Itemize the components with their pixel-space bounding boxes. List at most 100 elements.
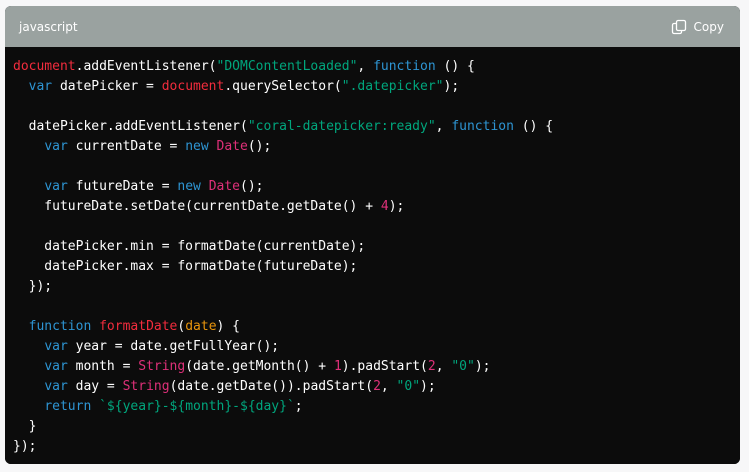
- language-label: javascript: [19, 19, 78, 34]
- copy-label: Copy: [693, 19, 724, 34]
- code-token: ) {: [216, 319, 241, 334]
- code-token: );: [388, 199, 405, 214]
- code-token: datePicker.addEventListener(: [13, 119, 248, 134]
- code-token: 1: [333, 359, 342, 374]
- code-token: var: [28, 79, 53, 94]
- code-token: String: [122, 379, 170, 394]
- code-token: document: [161, 79, 225, 94]
- copy-button[interactable]: Copy: [671, 19, 724, 35]
- code-line: datePicker.max = formatDate(futureDate);: [13, 257, 740, 277]
- code-token: futureDate =: [67, 179, 178, 194]
- code-token: datePicker.max = formatDate(futureDate);: [13, 259, 358, 274]
- code-token: function: [451, 119, 514, 134]
- code-token: ".datepicker": [341, 79, 444, 94]
- code-token: );: [420, 379, 436, 394]
- code-token: date: [185, 319, 217, 334]
- code-token: 2: [427, 359, 436, 374]
- code-token: }: [13, 419, 37, 434]
- code-line: }: [13, 417, 740, 437]
- code-token: `${year}-${month}-${day}`: [99, 399, 295, 414]
- code-token: () {: [435, 59, 475, 74]
- code-token: ;: [294, 399, 303, 414]
- code-line: datePicker.addEventListener("coral-datep…: [13, 117, 740, 137]
- code-token: Date: [216, 139, 248, 154]
- code-text: document.addEventListener("DOMContentLoa…: [13, 57, 740, 457]
- code-line: var month = String(date.getMonth() + 1).…: [13, 357, 740, 377]
- code-token: );: [443, 79, 460, 94]
- code-token: "0": [451, 359, 475, 374]
- code-token: });: [13, 279, 53, 294]
- copy-icon: [671, 19, 687, 35]
- code-token: formatDate: [99, 319, 178, 334]
- code-token: ,: [435, 119, 452, 134]
- code-line: function formatDate(date) {: [13, 317, 740, 337]
- code-token: 2: [373, 379, 381, 394]
- code-token: String: [138, 359, 186, 374]
- code-line: });: [13, 437, 740, 457]
- code-line: var year = date.getFullYear();: [13, 337, 740, 357]
- code-token: () {: [513, 119, 554, 134]
- code-token: .addEventListener(: [75, 59, 217, 74]
- code-token: datePicker =: [52, 79, 162, 94]
- code-token: var: [44, 379, 68, 394]
- code-token: futureDate.setDate(currentDate.getDate()…: [13, 199, 381, 214]
- code-token: ();: [240, 179, 264, 194]
- code-line: var currentDate = new Date();: [13, 137, 740, 157]
- code-token: function: [28, 319, 92, 334]
- code-token: ,: [435, 359, 452, 374]
- code-token: "DOMContentLoaded": [216, 59, 358, 74]
- code-line: datePicker.min = formatDate(currentDate)…: [13, 237, 740, 257]
- code-line: return `${year}-${month}-${day}`;: [13, 397, 740, 417]
- code-token: document: [13, 59, 76, 74]
- code-token: currentDate =: [67, 139, 186, 154]
- code-token: datePicker.min = formatDate(currentDate)…: [13, 239, 366, 254]
- code-token: "0": [396, 379, 421, 394]
- code-line: var futureDate = new Date();: [13, 177, 740, 197]
- code-line: document.addEventListener("DOMContentLoa…: [13, 57, 740, 77]
- code-token: new: [185, 139, 209, 154]
- code-token: var: [44, 179, 68, 194]
- code-token: day =: [67, 379, 123, 394]
- code-token: });: [13, 439, 37, 454]
- code-token: year = date.getFullYear();: [67, 339, 280, 354]
- code-token: );: [474, 359, 491, 374]
- code-token: .querySelector(: [224, 79, 342, 94]
- code-token: (date.getDate()).padStart(: [169, 379, 374, 394]
- code-token: month =: [67, 359, 139, 374]
- code-token: new: [177, 179, 201, 194]
- code-line: futureDate.setDate(currentDate.getDate()…: [13, 197, 740, 217]
- code-token: var: [44, 359, 68, 374]
- code-block-header: javascript Copy: [5, 6, 740, 47]
- code-token: (date.getMonth() +: [185, 359, 334, 374]
- code-token: var: [44, 139, 68, 154]
- code-token: "coral-datepicker:ready": [247, 119, 436, 134]
- code-token: Date: [208, 179, 240, 194]
- code-line: var day = String(date.getDate()).padStar…: [13, 377, 740, 397]
- code-block: javascript Copy document.addEventListene…: [5, 6, 740, 464]
- code-line: var datePicker = document.querySelector(…: [13, 77, 740, 97]
- code-line: });: [13, 277, 740, 297]
- code-token: var: [44, 339, 68, 354]
- code-token: return: [44, 399, 92, 414]
- code-token: ,: [357, 59, 374, 74]
- code-token: function: [373, 59, 436, 74]
- code-body: document.addEventListener("DOMContentLoa…: [5, 47, 740, 464]
- code-token: 4: [380, 199, 389, 214]
- code-token: ).padStart(: [341, 359, 428, 374]
